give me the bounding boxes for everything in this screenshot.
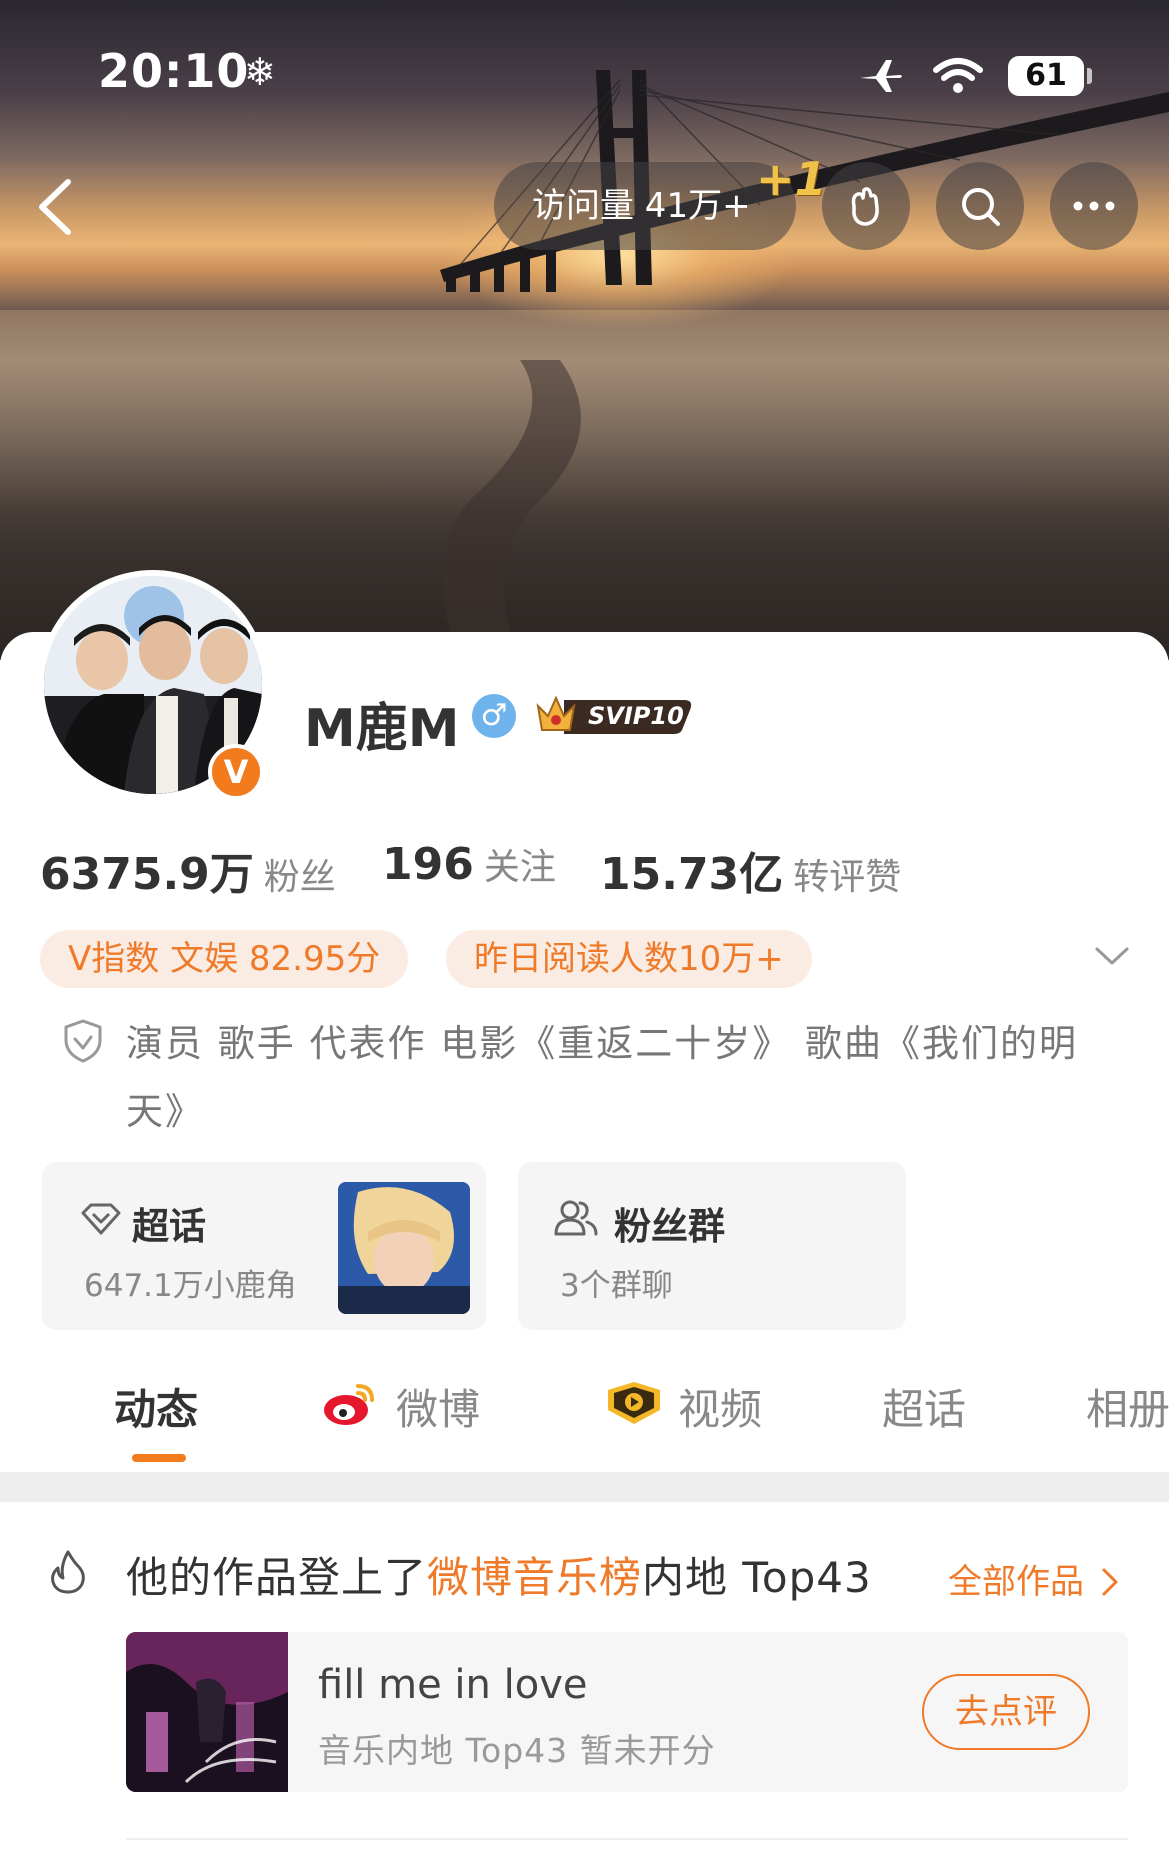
group-people-icon <box>554 1200 598 1236</box>
stat-interactions-value: 15.73亿 <box>600 849 784 900</box>
all-works-link[interactable]: 全部作品 <box>948 1554 1119 1603</box>
v-index-chip[interactable]: V指数 文娱 82.95分 <box>40 930 409 988</box>
profile-stats: 6375.9万 粉丝 196 关注 15.73亿 转评赞 <box>40 838 1140 900</box>
visit-count-label: 访问量 41万+ <box>532 186 751 226</box>
fan-group-box[interactable]: 粉丝群 3个群聊 <box>518 1162 906 1330</box>
fan-group-sub: 3个群聊 <box>560 1268 673 1304</box>
gender-male-icon: ♂ <box>472 694 516 738</box>
cover-art-drawing <box>126 1632 288 1792</box>
tab-weibo[interactable]: 微博 <box>396 1376 480 1437</box>
flame-icon <box>51 1550 85 1594</box>
stat-followers[interactable]: 6375.9万 粉丝 <box>40 838 336 902</box>
bottom-divider <box>126 1838 1128 1840</box>
section-divider <box>0 1472 1169 1502</box>
tab-dynamics[interactable]: 动态 <box>114 1376 198 1437</box>
music-chart-notice[interactable]: 他的作品登上了微博音乐榜内地 Top43 <box>126 1544 872 1605</box>
song-subtitle: 音乐内地 Top43 暂未开分 <box>318 1731 716 1770</box>
weibo-logo-icon <box>324 1384 374 1425</box>
search-icon <box>962 188 1000 226</box>
song-card[interactable]: fill me in love 音乐内地 Top43 暂未开分 去点评 <box>126 1632 1128 1792</box>
super-topic-thumbnail <box>338 1182 470 1314</box>
airplane-icon <box>860 60 902 92</box>
back-arrow-icon[interactable] <box>30 170 80 240</box>
notice-prefix: 他的作品登上了 <box>126 1553 428 1602</box>
profile-name: M鹿M <box>304 699 460 759</box>
chevron-down-icon[interactable] <box>1094 944 1130 968</box>
chevron-right-icon <box>1102 1568 1118 1596</box>
battery-tip <box>1087 68 1092 84</box>
diamond-icon <box>81 1203 121 1235</box>
tab-super-topic[interactable]: 超话 <box>882 1376 966 1437</box>
song-cover-art <box>126 1632 288 1792</box>
reader-count-chip[interactable]: 昨日阅读人数10万+ <box>446 930 812 988</box>
hand-wave-icon <box>851 187 879 226</box>
fan-group-title: 粉丝群 <box>614 1205 725 1248</box>
more-dots-icon <box>1073 201 1115 211</box>
notice-suffix: 内地 Top43 <box>642 1553 872 1602</box>
notice-highlight: 微博音乐榜 <box>427 1553 643 1602</box>
snowflake-icon: ❄ <box>244 50 276 94</box>
status-time: 20:10 <box>98 44 250 98</box>
stat-interactions[interactable]: 15.73亿 转评赞 <box>600 838 901 902</box>
stat-following-label: 关注 <box>483 847 556 888</box>
thumbnail-photo <box>338 1182 470 1314</box>
rate-button[interactable]: 去点评 <box>922 1674 1090 1750</box>
stat-followers-label: 粉丝 <box>263 857 336 898</box>
song-title: fill me in love <box>318 1662 588 1708</box>
video-badge-icon <box>608 1382 660 1424</box>
more-button[interactable] <box>1050 162 1138 250</box>
stat-following-value: 196 <box>382 839 474 890</box>
visit-plus-badge: +1 <box>756 152 827 206</box>
svip-label: SVIP10 <box>588 702 684 730</box>
tab-video[interactable]: 视频 <box>678 1376 762 1437</box>
cover-image: 20:10 ❄ 61 访问量 41万+ +1 <box>0 0 1169 660</box>
profile-bio: 演员 歌手 代表作 电影《重返二十岁》 歌曲《我们的明天》 <box>126 1022 1079 1133</box>
wifi-icon <box>933 58 983 93</box>
all-works-label: 全部作品 <box>948 1562 1084 1602</box>
stat-following[interactable]: 196 关注 <box>382 838 556 890</box>
active-tab-indicator <box>132 1454 186 1462</box>
super-topic-sub: 647.1万小鹿角 <box>84 1268 297 1304</box>
stat-interactions-label: 转评赞 <box>793 857 902 898</box>
visit-count-pill[interactable]: 访问量 41万+ <box>494 162 796 250</box>
search-button[interactable] <box>936 162 1024 250</box>
stat-followers-value: 6375.9万 <box>40 849 254 900</box>
shield-icon <box>64 1019 102 1063</box>
verified-badge: V <box>208 744 264 800</box>
tab-album[interactable]: 相册 <box>1086 1376 1169 1437</box>
cover-bridge <box>440 70 1169 660</box>
battery-indicator: 61 <box>1008 56 1084 96</box>
super-topic-title: 超话 <box>132 1205 206 1248</box>
greeting-button[interactable] <box>822 162 910 250</box>
